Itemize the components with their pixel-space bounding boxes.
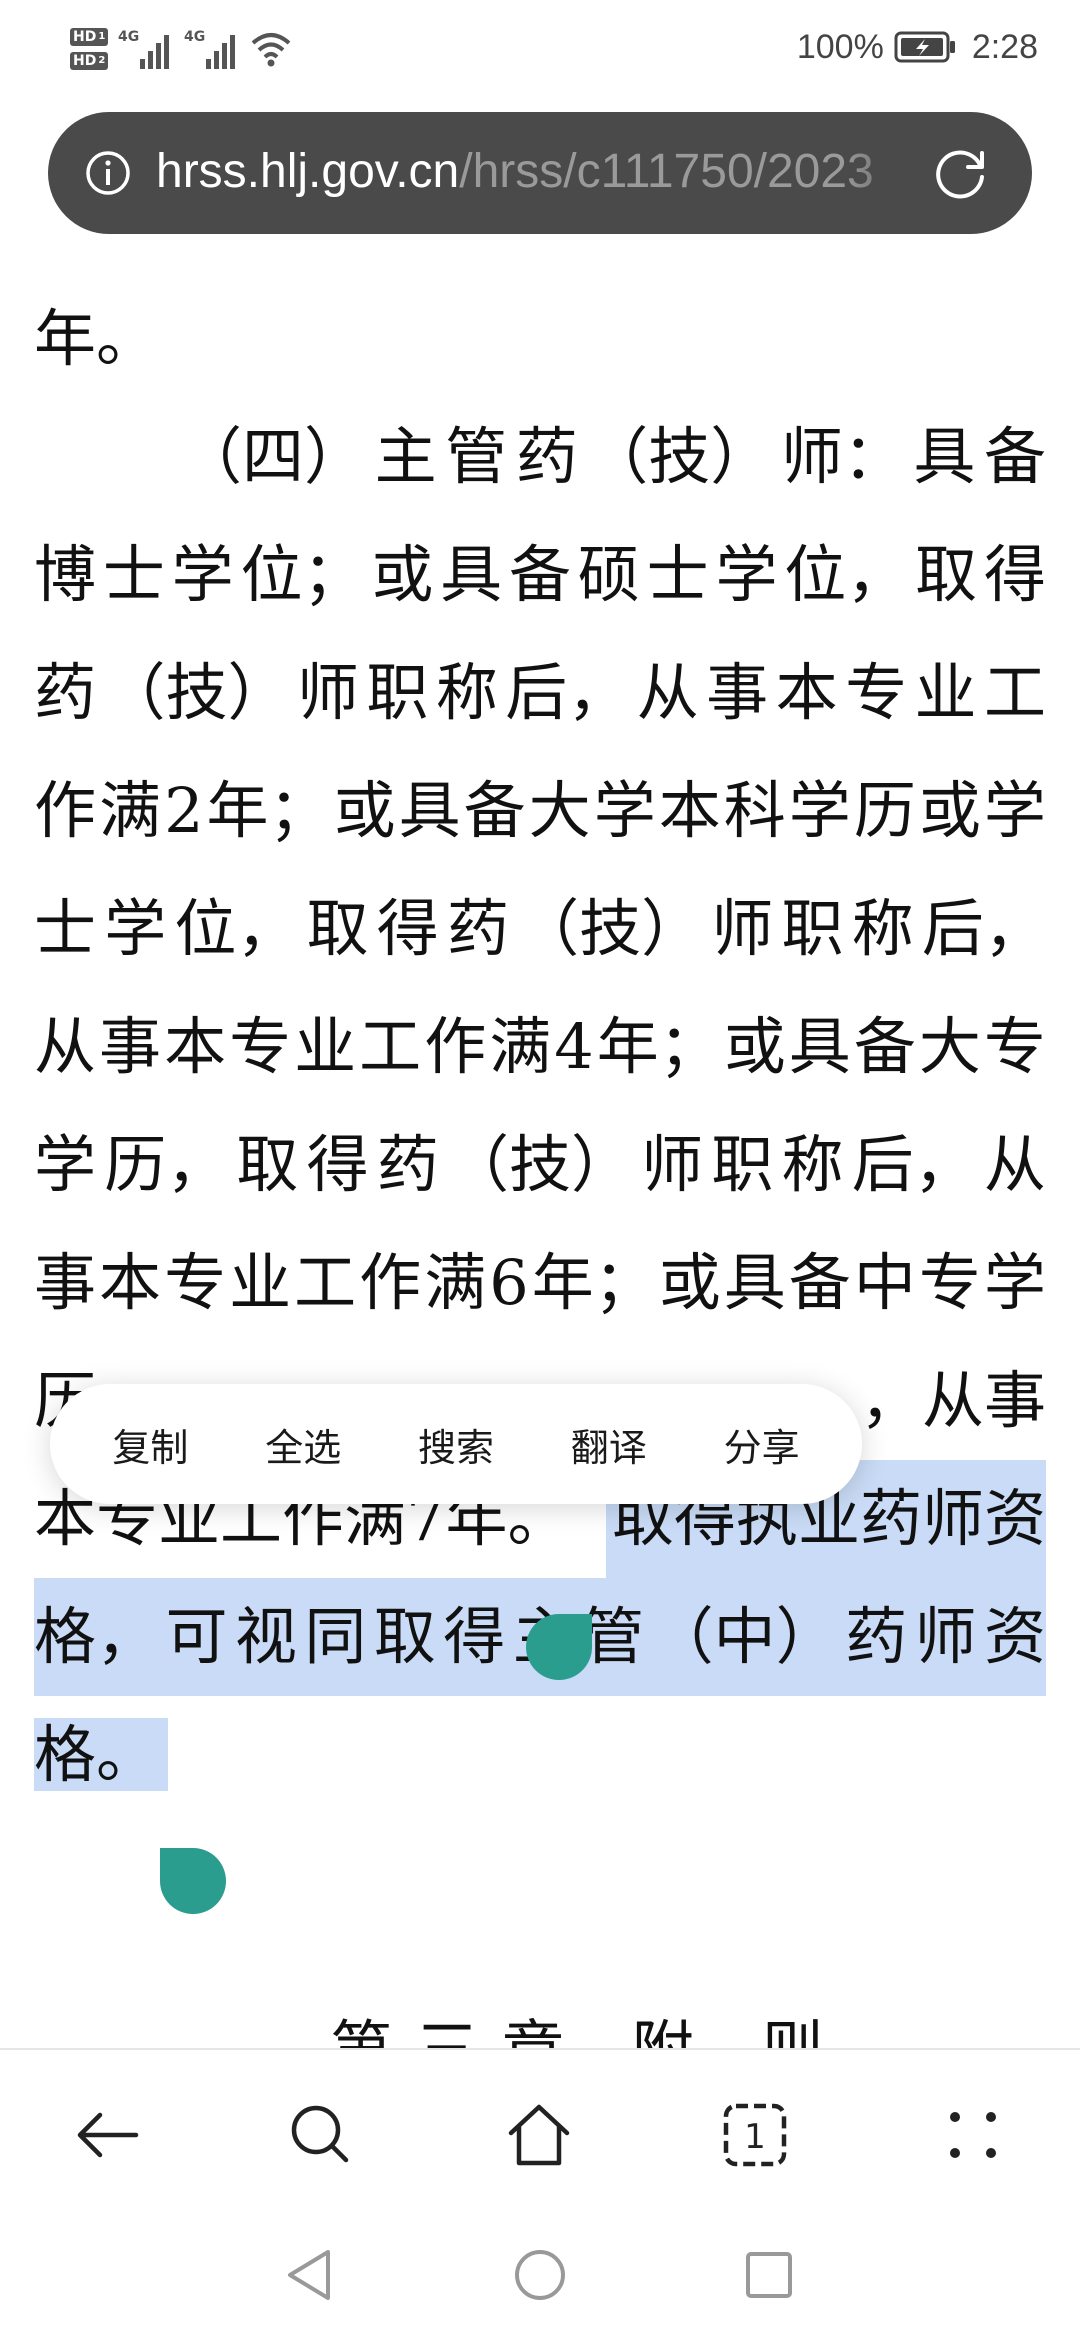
text-line-justified: 学历，取得药（技）师职称后，从 [34, 1128, 1046, 1201]
tab-count: 1 [744, 2117, 766, 2157]
search-icon [291, 2105, 349, 2163]
text-line: 博士学位；或具备硕士学位，取得 [34, 516, 1046, 634]
translate-button[interactable]: 翻译 [559, 1417, 659, 1472]
more-button[interactable] [928, 2090, 1018, 2180]
signal-icon: 4G [118, 29, 170, 69]
hd-indicators: HD 1 HD 2 [70, 28, 109, 70]
line-fragment-end: ，从事 [859, 1364, 1046, 1437]
text-line: 从事本专业工作满 4 年；或具备大专 [34, 988, 1046, 1106]
text-line-justified: 事本专业工作满 6 年；或具备中专学 [34, 1246, 1046, 1319]
signal-icon: 4G [184, 29, 236, 69]
home-button[interactable] [494, 2090, 584, 2180]
text-line-justified: 士学位，取得药（技）师职称后， [34, 892, 1046, 965]
text-line-justified: （四）主管药（技） 师：具备 [180, 420, 1046, 493]
status-bar: HD 1 HD 2 4G 4G 100% 2:28 [0, 0, 1080, 100]
tabs-button[interactable]: 1 [710, 2090, 800, 2180]
network-label-1: 4G [118, 29, 139, 45]
selection-start-handle[interactable] [526, 1614, 592, 1680]
home-icon [508, 2104, 570, 2166]
url-path: /hrss/c111750/2023 [459, 145, 874, 198]
battery-charging-icon [894, 31, 955, 63]
text-line-justified: 博士学位；或具备硕士学位，取得 [34, 538, 1046, 611]
text-line-justified: 药（技）师职称后，从事本专业工 [34, 656, 1046, 729]
nav-back-icon [288, 2250, 330, 2300]
text-selection-menu: 复制 全选 搜索 翻译 分享 [50, 1384, 862, 1504]
select-all-button[interactable]: 全选 [253, 1417, 353, 1472]
url-text[interactable]: hrss.hlj.gov.cn/hrss/c111750/2023 [156, 140, 936, 204]
info-icon[interactable] [84, 149, 132, 197]
text-selection: 格。 [34, 1718, 169, 1791]
search-toolbar-button[interactable] [276, 2090, 366, 2180]
wifi-icon [251, 33, 291, 67]
copy-button[interactable]: 复制 [100, 1417, 200, 1472]
text-line: 药（技）师职称后，从事本专业工 [34, 634, 1046, 752]
system-home-button[interactable] [505, 2240, 575, 2310]
next-section-heading: 第三章 附 则 [330, 2013, 848, 2050]
address-bar[interactable]: hrss.hlj.gov.cn/hrss/c111750/2023 [48, 112, 1032, 234]
browser-screen: HD 1 HD 2 4G 4G 100% 2:28 hrss.hlj.gov.c… [0, 0, 1080, 2340]
system-navigation-bar [0, 2218, 1080, 2340]
status-bar-right: 100% 2:28 [797, 22, 1038, 72]
clock: 2:28 [971, 27, 1038, 66]
back-button[interactable] [62, 2090, 152, 2180]
share-button[interactable]: 分享 [712, 1417, 812, 1472]
nav-home-icon [515, 2250, 565, 2300]
text-line-justified: 从事本专业工作满 4 年；或具备大专 [34, 1010, 1046, 1083]
url-domain: hrss.hlj.gov.cn [156, 145, 460, 198]
text-line: 格。 [34, 1696, 1046, 1814]
text-line-justified: 作满 2 年；或具备大学本科学历或学 [34, 774, 1046, 847]
text-line: 年。 [34, 302, 159, 375]
article-body: 年。 （四）主管药（技） 师：具备 博士学位；或具备硕士学位，取得 药（技）师职称… [34, 280, 1046, 1814]
search-button[interactable]: 搜索 [406, 1417, 506, 1472]
system-recents-button[interactable] [734, 2240, 804, 2310]
tabs-icon: 1 [723, 2103, 787, 2167]
battery-percent: 100% [796, 27, 884, 66]
nav-recents-icon [746, 2252, 792, 2298]
status-bar-left: HD 1 HD 2 4G 4G [70, 14, 292, 84]
selection-end-handle[interactable] [160, 1848, 226, 1914]
text-line: 士学位，取得药（技）师职称后， [34, 870, 1046, 988]
text-line: （四）主管药（技） 师：具备 [34, 398, 1046, 516]
text-line: 事本专业工作满 6 年；或具备中专学 [34, 1224, 1046, 1342]
reload-icon[interactable] [932, 143, 992, 203]
text-line: 学历，取得药（技）师职称后，从 [34, 1106, 1046, 1224]
hd-badge-2: HD 2 [70, 52, 109, 70]
hd-badge-1: HD 1 [70, 28, 109, 46]
network-label-2: 4G [184, 29, 205, 45]
back-arrow-icon [77, 2112, 139, 2158]
system-back-button[interactable] [274, 2240, 344, 2310]
more-icon [950, 2112, 996, 2158]
text-line: 作满 2 年；或具备大学本科学历或学 [34, 752, 1046, 870]
browser-toolbar: 1 [0, 2048, 1080, 2220]
